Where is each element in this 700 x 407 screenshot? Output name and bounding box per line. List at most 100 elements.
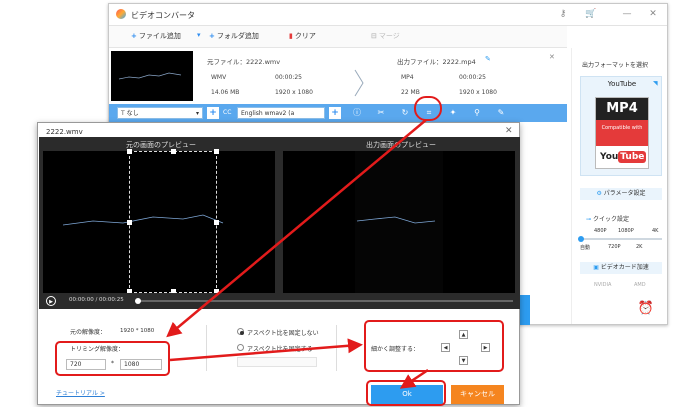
crop-handle[interactable] (127, 220, 132, 225)
settings-icon: ⚙ (596, 190, 604, 197)
plus-icon: + (209, 32, 215, 40)
crop-handle[interactable] (214, 149, 219, 154)
edit-icon[interactable]: ✎ (495, 107, 507, 119)
select-format-label: 出力フォーマットを選択 (582, 62, 649, 69)
format-card-caption: Compatible with (596, 120, 648, 146)
minimize-icon[interactable]: — (621, 8, 633, 20)
quick-tick-2k: 2K (636, 244, 643, 250)
rotate-icon[interactable]: ↻ (399, 107, 411, 119)
key-icon[interactable]: ⚷ (557, 8, 569, 20)
nvidia-badge: NVIDIA (594, 282, 612, 288)
output-duration: 00:00:25 (459, 74, 486, 81)
video-thumbnail[interactable] (111, 51, 193, 101)
plus-icon: + (131, 32, 137, 40)
seek-bar[interactable] (135, 298, 513, 304)
gpu-acceleration-button[interactable]: ▣ ビデオカード加速 (580, 262, 662, 274)
thumbnail-waveform (118, 72, 182, 80)
fine-adjust-highlight (364, 320, 504, 372)
close-icon[interactable]: ✕ (647, 8, 659, 20)
output-file-name: 出力ファイル：2222.mp4 (397, 58, 476, 66)
quick-settings-label: ⊸ クイック設定 (586, 216, 629, 223)
source-format: WMV (211, 74, 227, 81)
quick-settings-slider[interactable] (578, 236, 662, 242)
subtitle-select[interactable]: T なし ▾ (117, 107, 203, 119)
file-row: 元ファイル：2222.wmv WMV 00:00:25 14.06 MB 192… (109, 48, 567, 104)
aspect-unlocked-label: アスペクト比を固定しない (247, 330, 319, 337)
youtube-logo: You Tube (600, 151, 647, 163)
quick-tick-480p: 480P (594, 228, 607, 234)
crop-frame[interactable] (127, 149, 219, 294)
amd-badge: AMD (634, 282, 646, 288)
add-file-dropdown-icon[interactable]: ▾ (197, 31, 203, 43)
gpu-icon: ▣ (593, 264, 601, 271)
watermark-icon[interactable]: ⚲ (471, 107, 483, 119)
aspect-locked-label: アスペクト比を固定する (247, 346, 313, 353)
main-toolbar: + ファイル追加 ▾ + フォルダ追加 ▮ クリア ⊟ マージ (109, 26, 567, 48)
effects-icon[interactable]: ✦ (447, 107, 459, 119)
format-card-title: MP4 (596, 98, 648, 120)
divider (206, 325, 207, 371)
merge-button[interactable]: ⊟ マージ (371, 31, 400, 43)
original-preview-label: 元の画面のプレビュー (126, 141, 196, 149)
output-preview-frame (355, 151, 443, 293)
add-subtitle-button[interactable]: + (207, 107, 219, 119)
seek-handle[interactable] (135, 298, 141, 304)
output-preview-waveform (356, 216, 436, 224)
original-preview (43, 149, 275, 294)
alarm-clock-icon[interactable]: ⏰ (636, 301, 656, 319)
add-audio-button[interactable]: + (329, 107, 341, 119)
crop-icon-highlight (414, 96, 442, 121)
trim-resolution-highlight (55, 341, 170, 376)
output-size: 22 MB (401, 89, 420, 96)
slider-icon: ⊸ (586, 216, 593, 223)
aspect-locked-radio[interactable] (237, 344, 244, 351)
crop-handle[interactable] (171, 149, 176, 154)
audio-track-select[interactable]: English wmav2 (a (237, 107, 325, 119)
remove-file-icon[interactable]: ✕ (549, 53, 555, 61)
original-resolution-value: 1920 * 1080 (120, 328, 155, 334)
edit-toolbar: T なし ▾ + CC English wmav2 (a + ⓘ ✂ ↻ ⌗ ✦ … (109, 104, 567, 122)
add-folder-label: フォルダ追加 (216, 32, 259, 40)
merge-label: マージ (378, 32, 400, 40)
output-format-panel: 出力フォーマットを選択 YouTube ◥ MP4 Compatible wit… (571, 48, 667, 324)
aspect-unlocked-radio[interactable] (237, 328, 244, 335)
quick-tick-720p: 720P (608, 244, 621, 250)
dialog-title: 2222.wmv (46, 128, 83, 136)
cart-icon[interactable]: 🛒 (585, 8, 597, 20)
clear-label: クリア (294, 32, 316, 40)
add-file-button[interactable]: + ファイル追加 (131, 31, 181, 43)
trash-icon: ▮ (289, 32, 293, 40)
timecode: 00:00:00 / 00:00:25 (69, 297, 124, 303)
info-icon[interactable]: ⓘ (351, 107, 363, 119)
merge-icon: ⊟ (371, 32, 377, 40)
window-title: ビデオコンバータ (131, 11, 195, 20)
add-folder-button[interactable]: + フォルダ追加 (209, 31, 259, 43)
format-card: MP4 Compatible with You Tube (595, 97, 649, 169)
parameter-settings-button[interactable]: ⚙ パラメータ設定 (580, 188, 662, 200)
clear-button[interactable]: ▮ クリア (289, 31, 316, 43)
output-format: MP4 (401, 74, 414, 81)
output-preview (283, 151, 515, 293)
cc-icon: CC (223, 109, 232, 116)
playback-bar: ▶ 00:00:00 / 00:00:25 (39, 293, 520, 309)
play-icon[interactable]: ▶ (46, 296, 56, 306)
aspect-ratio-select[interactable] (237, 357, 317, 367)
output-preview-label: 出力画面のプレビュー (366, 141, 436, 149)
format-name: YouTube (607, 80, 637, 88)
source-duration: 00:00:25 (275, 74, 302, 81)
output-resolution: 1920 x 1080 (459, 89, 497, 96)
quick-slider-handle[interactable] (578, 236, 584, 242)
format-selector[interactable]: YouTube ◥ MP4 Compatible with You Tube (580, 76, 662, 176)
crop-handle[interactable] (214, 220, 219, 225)
convert-arrow-icon (354, 69, 364, 97)
cut-icon[interactable]: ✂ (375, 107, 387, 119)
crop-handle[interactable] (127, 149, 132, 154)
source-resolution: 1920 x 1080 (275, 89, 313, 96)
dialog-close-icon[interactable]: ✕ (505, 126, 513, 136)
rename-pencil-icon[interactable]: ✎ (485, 55, 491, 63)
format-dropdown-icon[interactable]: ◥ (653, 80, 658, 87)
tutorial-link[interactable]: チュートリアル > (56, 388, 105, 397)
original-resolution-label: 元の解像度： (70, 329, 107, 336)
cancel-button[interactable]: キャンセル (451, 385, 504, 404)
ok-button-highlight (366, 380, 446, 406)
